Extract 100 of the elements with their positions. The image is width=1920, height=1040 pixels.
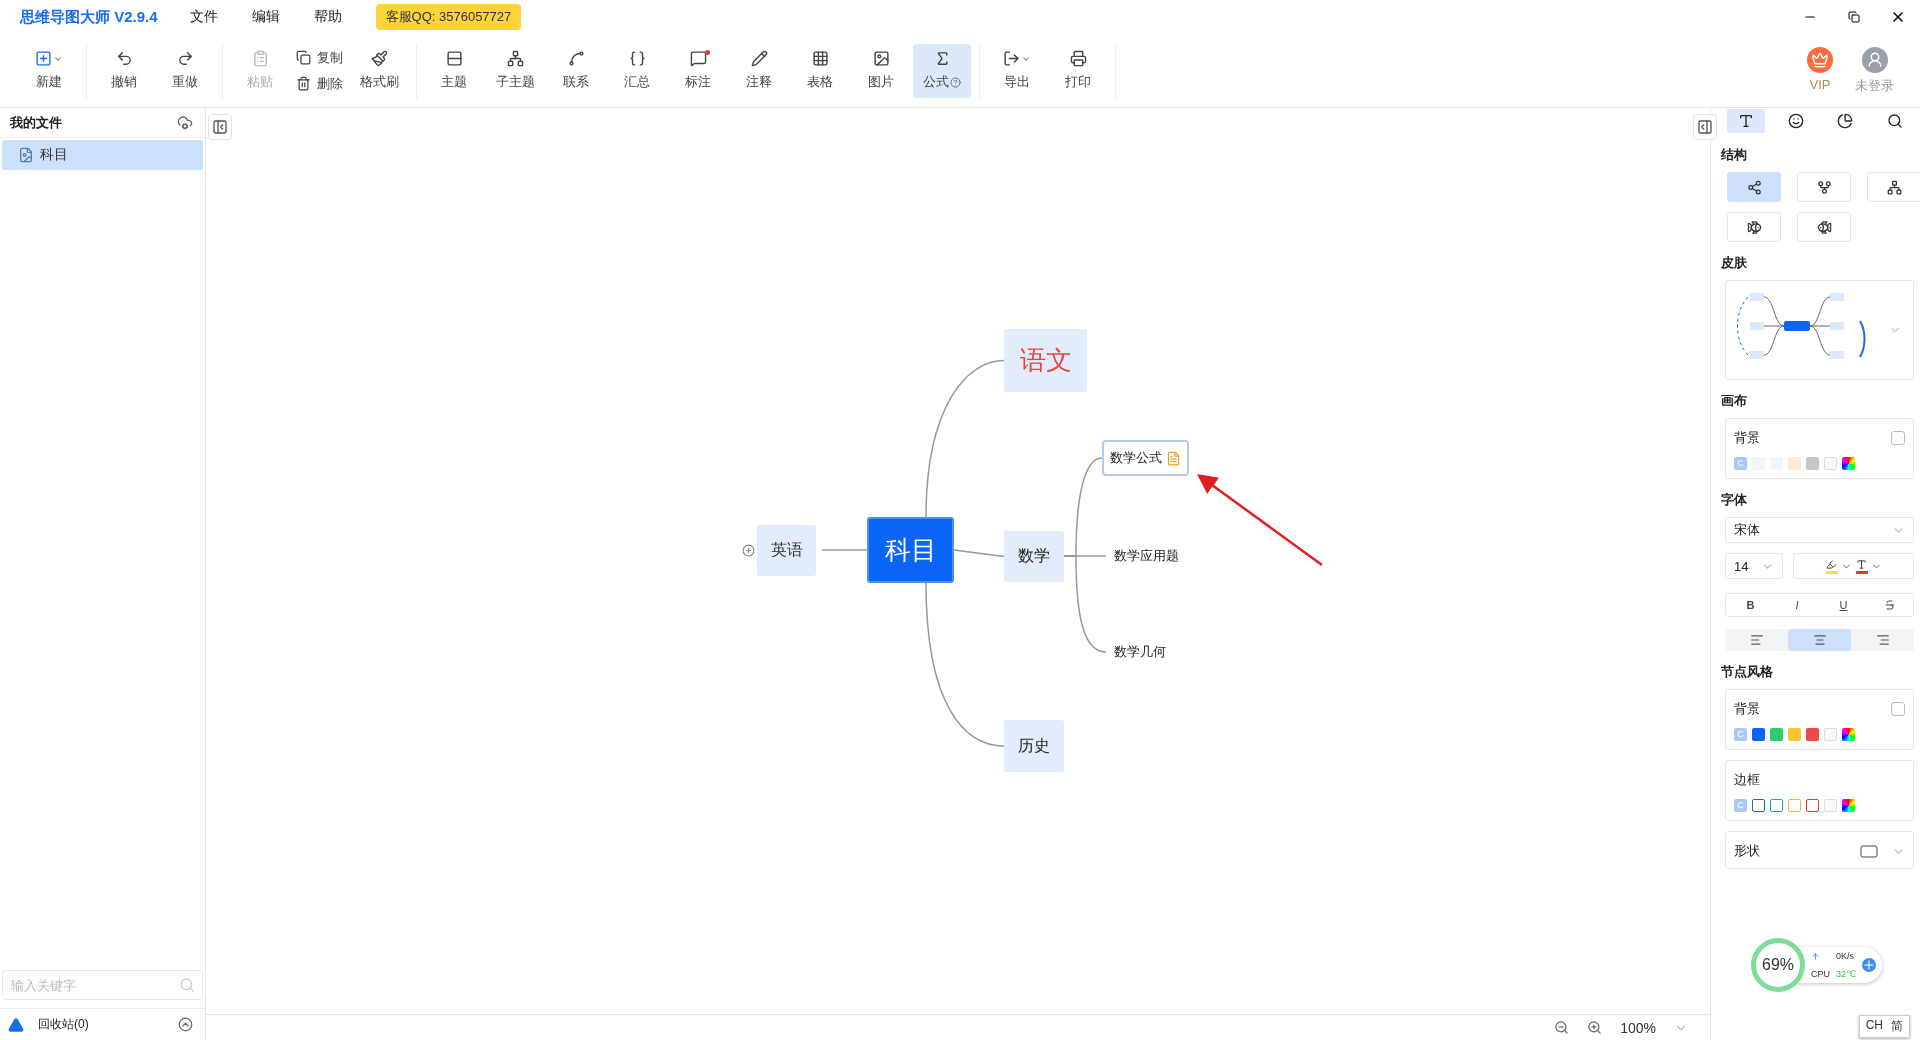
ime-language: CH (1865, 1018, 1883, 1034)
toolbar-button[interactable]: 重做 (156, 43, 214, 98)
trash-icon (296, 76, 311, 91)
font-family-select[interactable]: 宋体 (1725, 517, 1914, 543)
input-method-indicator[interactable]: CH 简 (1858, 1015, 1910, 1038)
cloud-icon[interactable] (177, 114, 193, 131)
layout-option[interactable] (1727, 212, 1781, 242)
section-heading: 画布 (1721, 392, 1748, 410)
toolbar-button[interactable]: 图片 (852, 43, 910, 98)
checkbox[interactable] (1891, 702, 1905, 716)
topic-node[interactable]: 英语 (757, 525, 816, 576)
rectangle-shape-icon[interactable] (1860, 844, 1878, 858)
menu-item[interactable]: 编辑 (251, 8, 280, 26)
toolbar-button[interactable]: 表格 (791, 43, 849, 98)
plus-square-icon (35, 50, 52, 67)
toolbar-button[interactable]: 撤销 (95, 43, 153, 98)
zoom-in-icon[interactable] (1587, 1020, 1603, 1035)
text-style-button[interactable]: I (1791, 599, 1803, 611)
plus-icon[interactable] (1862, 958, 1877, 972)
file-item[interactable]: 科目 (2, 140, 203, 170)
expand-icon[interactable] (742, 544, 755, 557)
color-picker-swatch[interactable] (1842, 728, 1855, 741)
note-icon[interactable] (1166, 450, 1181, 466)
no-color-swatch[interactable] (1824, 799, 1837, 812)
color-picker-swatch[interactable] (1842, 799, 1855, 812)
subtopic-node[interactable]: 数学公式 (1102, 440, 1189, 476)
menu-item[interactable]: 文件 (189, 8, 218, 26)
upload-icon (1811, 951, 1820, 961)
toolbar-button[interactable]: 删除 (292, 72, 347, 95)
zoom-out-icon[interactable] (1554, 1020, 1570, 1035)
layout-option[interactable] (1867, 172, 1920, 202)
layout-option[interactable] (1727, 172, 1781, 202)
text-style-button[interactable]: U (1835, 599, 1852, 611)
expand-panel-button[interactable] (1693, 114, 1717, 140)
toolbar-button[interactable]: 公式 (913, 43, 971, 98)
section-heading: 皮肤 (1721, 254, 1748, 272)
exit-icon (1003, 50, 1020, 67)
toolbar-button[interactable]: 注释 (730, 43, 788, 98)
no-color-swatch[interactable] (1824, 728, 1837, 741)
connector-line (953, 549, 1005, 558)
text-color-button[interactable] (1855, 558, 1882, 574)
color-swatch[interactable] (1788, 457, 1801, 470)
speech-bubble-icon (689, 50, 707, 67)
strikethrough-icon[interactable] (1884, 599, 1897, 611)
layout-option[interactable] (1797, 172, 1851, 202)
root-topic[interactable]: 科目 (867, 517, 954, 583)
topic-node[interactable]: 历史 (1004, 720, 1064, 772)
search-field[interactable]: 输入关键字 (2, 970, 203, 1000)
trash-label[interactable]: 回收站(0) (38, 1016, 164, 1033)
border-swatch[interactable] (1752, 799, 1765, 812)
menu-item[interactable]: 帮助 (313, 8, 342, 26)
sidebar-title: 我的文件 (10, 113, 62, 132)
text-style-icon (1737, 113, 1754, 129)
panel-expand-icon (1697, 119, 1713, 135)
highlight-color-button[interactable] (1825, 558, 1852, 574)
color-swatch[interactable] (1806, 457, 1819, 470)
layout-option[interactable] (1797, 212, 1851, 242)
toolbar-button[interactable]: 联系 (547, 43, 605, 98)
panel-tab[interactable] (1727, 109, 1765, 133)
field-label: 背景 (1734, 429, 1760, 447)
toolbar-button[interactable]: 标注 (669, 43, 727, 98)
collapse-sidebar-button[interactable] (208, 114, 232, 140)
color-swatch[interactable] (1788, 728, 1801, 741)
field-label: 形状 (1734, 842, 1760, 860)
expand-icon[interactable] (178, 1017, 193, 1032)
color-swatch[interactable] (1806, 728, 1819, 741)
field-label: 边框 (1734, 771, 1760, 789)
border-swatch[interactable] (1806, 799, 1819, 812)
rows-icon (445, 50, 463, 67)
border-swatch[interactable] (1788, 799, 1801, 812)
color-swatch[interactable] (1752, 728, 1765, 741)
smiley-icon (1787, 113, 1804, 129)
checkbox[interactable] (1891, 431, 1905, 445)
toolbar-button[interactable]: 汇总 (608, 43, 666, 98)
toolbar-button[interactable]: 主题 (425, 43, 483, 98)
toolbar-button[interactable]: 打印 (1049, 43, 1107, 98)
text-style-button[interactable]: B (1742, 599, 1759, 611)
toolbar-button[interactable]: 新建 (20, 43, 78, 98)
align-right-icon (1875, 633, 1890, 647)
color-picker-swatch[interactable] (1842, 457, 1855, 470)
toolbar-button[interactable]: 导出 (988, 43, 1046, 98)
panel-collapse-icon (212, 119, 228, 135)
support-badge: 客服QQ: 3576057727 (375, 4, 522, 30)
restore-icon (1848, 11, 1860, 23)
color-swatch[interactable] (1770, 728, 1783, 741)
grid-icon (811, 50, 829, 67)
braces-icon (628, 50, 646, 67)
font-size-select[interactable]: 14 (1725, 553, 1783, 579)
border-swatch[interactable] (1770, 799, 1783, 812)
crown-icon (1807, 46, 1833, 73)
toolbar-button[interactable]: 复制 (292, 46, 347, 69)
search-icon (1887, 113, 1904, 129)
topic-node[interactable]: 数学 (1004, 531, 1064, 582)
no-color-swatch[interactable] (1824, 457, 1837, 470)
user-icon (1861, 46, 1888, 73)
zoom-level[interactable]: 100% (1620, 1019, 1656, 1036)
toolbar-button[interactable]: 子主题 (486, 43, 544, 98)
brush-icon (370, 50, 388, 67)
toolbar-button[interactable]: 格式刷 (350, 43, 408, 98)
align-button[interactable] (1788, 629, 1851, 651)
